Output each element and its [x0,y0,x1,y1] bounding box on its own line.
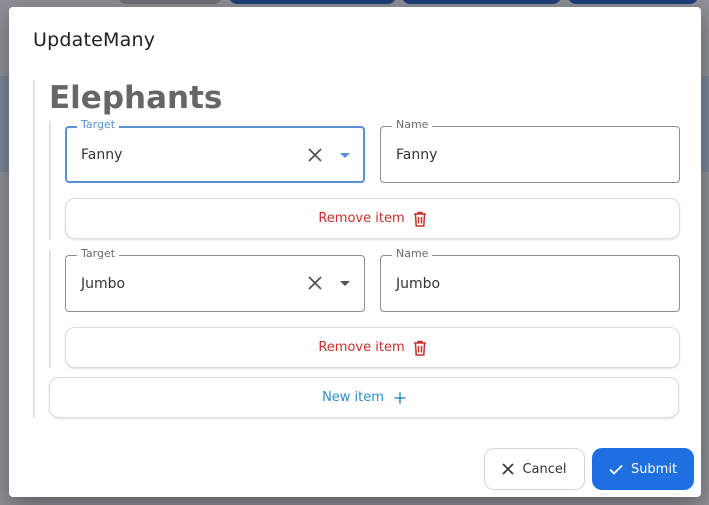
cancel-button[interactable]: Cancel [484,448,585,490]
background-tab [568,0,698,4]
target-label: Target [77,118,120,131]
new-item-button[interactable]: New item [49,377,679,418]
target-value: Jumbo [81,276,126,292]
name-field[interactable]: Name Fanny [380,118,680,183]
close-icon [502,463,515,475]
target-label: Target [77,247,120,260]
background-tab [118,0,222,4]
plus-icon [394,392,406,403]
trash-icon [413,211,426,227]
remove-item-label: Remove item [318,340,405,355]
background-tab [229,0,396,4]
remove-item-button[interactable]: Remove item [65,198,680,239]
close-icon[interactable] [306,146,324,164]
target-select[interactable]: Target Jumbo [65,247,365,312]
name-value: Fanny [396,147,438,163]
elephants-section: Elephants Target Fanny Name Fanny Remove… [33,80,683,418]
close-icon[interactable] [306,274,324,292]
name-field[interactable]: Name Jumbo [380,247,680,312]
trash-icon [413,340,426,356]
caret-down-icon[interactable] [339,150,351,160]
cancel-label: Cancel [522,461,567,477]
list-item: Target Fanny Name Fanny Remove item [49,118,681,240]
submit-button[interactable]: Submit [592,448,694,490]
submit-label: Submit [630,461,678,477]
remove-item-button[interactable]: Remove item [65,327,680,368]
new-item-label: New item [322,390,384,405]
update-many-dialog: UpdateMany Elephants Target Fanny Name F… [9,7,701,497]
section-heading: Elephants [49,80,223,116]
name-label: Name [392,247,433,260]
caret-down-icon[interactable] [339,278,351,288]
name-label: Name [392,118,433,131]
list-item: Target Jumbo Name Jumbo Remove item [49,247,681,368]
check-icon [609,464,623,475]
target-value: Fanny [81,147,123,163]
target-select[interactable]: Target Fanny [65,118,365,183]
remove-item-label: Remove item [318,211,405,226]
dialog-title: UpdateMany [33,29,156,51]
name-value: Jumbo [396,276,441,292]
background-tab [402,0,561,4]
